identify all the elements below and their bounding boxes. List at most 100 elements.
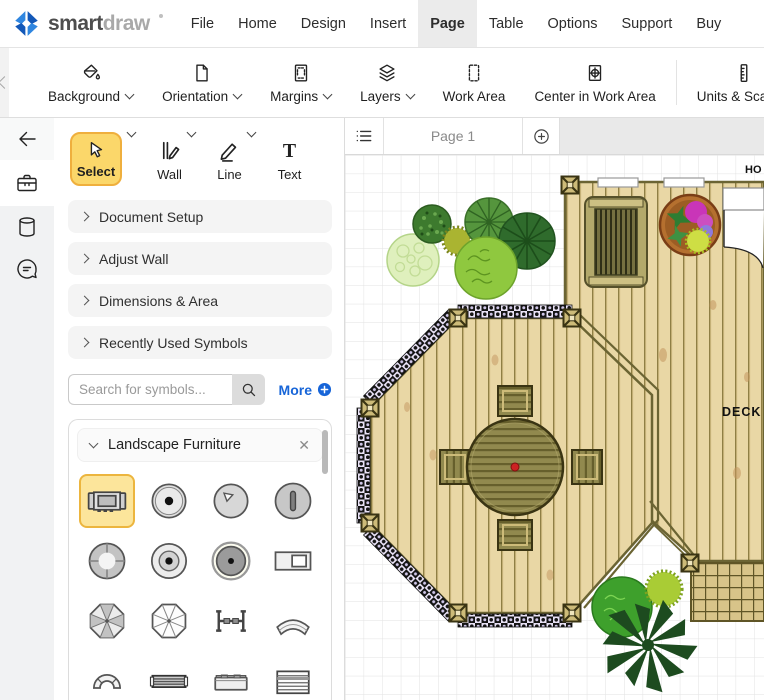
ribbon-collapse-button[interactable]	[0, 48, 11, 117]
symbol-rect-table-seat[interactable]	[265, 534, 321, 588]
chevron-down-icon[interactable]	[186, 127, 197, 138]
chevron-right-icon	[79, 253, 90, 264]
tool-label: Text	[277, 167, 302, 182]
chevron-down-icon[interactable]	[246, 127, 257, 138]
rail-button-symbols[interactable]	[0, 160, 54, 206]
menu-item-insert[interactable]: Insert	[358, 0, 418, 47]
accordion-label: Dimensions & Area	[99, 292, 219, 309]
rail-button-back[interactable]	[0, 118, 54, 160]
trademark-dot	[158, 14, 163, 18]
paint-bucket-icon	[80, 62, 102, 84]
smartdraw-logo[interactable]: smartdraw	[0, 0, 179, 47]
drawing-scene[interactable]: DECK HO	[345, 155, 764, 700]
chevron-right-icon	[79, 337, 90, 348]
symbol-swing-frame[interactable]	[203, 594, 259, 648]
symbol-coffee-table[interactable]	[203, 654, 259, 700]
tool-label: Wall	[157, 167, 182, 182]
ribbon-label: Work Area	[442, 88, 506, 104]
database-icon	[15, 215, 39, 239]
svg-text:T: T	[283, 140, 296, 162]
symbol-library-title: Landscape Furniture	[108, 437, 241, 453]
symbol-curved-bench[interactable]	[265, 594, 321, 648]
page-list-button[interactable]	[345, 118, 383, 154]
menu-item-home[interactable]: Home	[226, 0, 289, 47]
more-label: More	[278, 381, 312, 398]
rail-button-comments[interactable]	[0, 248, 54, 290]
symbol-fire-pit[interactable]	[79, 534, 135, 588]
accordion-document-setup[interactable]: Document Setup	[68, 200, 332, 233]
symbol-lounger[interactable]	[265, 654, 321, 700]
left-icon-rail	[0, 118, 54, 700]
symbol-round-table-bar[interactable]	[265, 474, 321, 528]
text-icon: T	[277, 138, 302, 163]
menubar: smartdraw File Home Design Insert Page Table O…	[0, 0, 764, 48]
symbol-garden-bench[interactable]	[141, 654, 197, 700]
ribbon-button-margins[interactable]: Margins	[259, 57, 342, 109]
tool-wall[interactable]: Wall	[157, 132, 182, 182]
symbol-round-table-dark[interactable]	[203, 534, 259, 588]
page-tab-label: Page 1	[430, 128, 476, 144]
chevron-right-icon	[79, 295, 90, 306]
close-icon[interactable]: ✕	[298, 438, 310, 452]
menu-item-buy[interactable]: Buy	[684, 0, 733, 47]
ribbon-label: Orientation	[162, 88, 229, 104]
accordion-adjust-wall[interactable]: Adjust Wall	[68, 242, 332, 275]
symbol-umbrella-shaded[interactable]	[79, 594, 135, 648]
menu-item-design[interactable]: Design	[289, 0, 358, 47]
symbol-search-input[interactable]	[68, 374, 232, 405]
ribbon-button-units-scale[interactable]: Units & Scale	[686, 57, 764, 109]
deck-plan-drawing[interactable]: DECK HO	[345, 155, 764, 700]
smartdraw-logo-icon	[15, 11, 38, 36]
main-menu: File Home Design Insert Page Table Options Supp…	[179, 0, 734, 47]
chevron-down-icon[interactable]	[88, 438, 99, 449]
canvas-area: Page 1 DECK HO	[345, 118, 764, 700]
brand-text: smartdraw	[48, 11, 150, 35]
accordion-dimensions-area[interactable]: Dimensions & Area	[68, 284, 332, 317]
layers-icon	[376, 62, 398, 84]
deck-bench[interactable]	[584, 196, 648, 288]
accordion-recently-used-symbols[interactable]: Recently Used Symbols	[68, 326, 332, 359]
search-button[interactable]	[232, 374, 265, 405]
ribbon-label: Background	[48, 88, 121, 104]
more-symbols-link[interactable]: More	[279, 382, 332, 398]
symbol-round-chair[interactable]	[203, 474, 259, 528]
menu-item-options[interactable]: Options	[536, 0, 610, 47]
symbol-arc-bench[interactable]	[79, 654, 135, 700]
ribbon-separator	[675, 60, 677, 105]
flower-planter[interactable]	[658, 193, 722, 257]
house-label-partial[interactable]: HO	[745, 164, 762, 176]
ribbon-button-center-in-work-area[interactable]: Center in Work Area	[523, 57, 666, 109]
symbol-umbrella-outline[interactable]	[141, 594, 197, 648]
ribbon-button-layers[interactable]: Layers	[349, 57, 425, 109]
deck-label[interactable]: DECK	[722, 405, 761, 419]
tool-line[interactable]: Line	[217, 132, 242, 182]
ribbon-button-orientation[interactable]: Orientation	[151, 57, 252, 109]
symbol-search-row: More	[68, 374, 332, 405]
add-page-button[interactable]	[523, 118, 559, 154]
page-tab[interactable]: Page 1	[383, 118, 523, 154]
menu-item-table[interactable]: Table	[477, 0, 536, 47]
symbol-outdoor-sofa[interactable]	[79, 474, 135, 528]
symbol-panel-scrollbar[interactable]	[322, 430, 328, 474]
rail-button-data[interactable]	[0, 206, 54, 248]
squiggle-bush-light[interactable]	[454, 236, 518, 300]
symbol-round-planter[interactable]	[141, 534, 197, 588]
deck-stairs[interactable]	[690, 562, 764, 622]
page-tabbar: Page 1	[345, 118, 764, 155]
menu-item-page[interactable]: Page	[418, 0, 477, 47]
tool-label: Line	[217, 167, 242, 182]
chevron-down-icon	[232, 89, 243, 100]
tool-text[interactable]: T Text	[277, 132, 302, 182]
smartpanel: Select Wall Line T Text Document Setup Adjust…	[54, 118, 345, 700]
ribbon-button-work-area[interactable]: Work Area	[432, 57, 517, 109]
wall-icon	[157, 138, 182, 163]
accordion-label: Document Setup	[99, 208, 204, 225]
menu-item-support[interactable]: Support	[610, 0, 685, 47]
menu-item-file[interactable]: File	[179, 0, 226, 47]
pencil-line-icon	[217, 138, 242, 163]
symbol-round-table-dot[interactable]	[141, 474, 197, 528]
ribbon-button-background[interactable]: Background	[37, 57, 144, 109]
work-area-icon	[463, 62, 485, 84]
tool-select[interactable]: Select	[70, 132, 122, 186]
chevron-down-icon[interactable]	[126, 127, 137, 138]
